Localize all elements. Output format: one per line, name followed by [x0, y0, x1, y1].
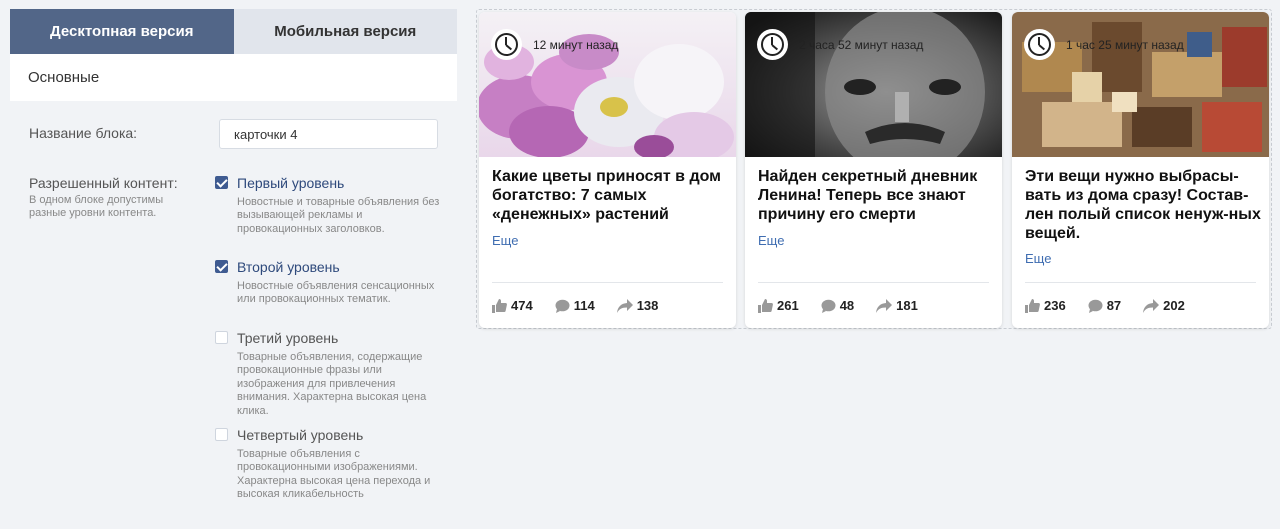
card-time: 2 часа 52 минут назад — [757, 29, 923, 60]
comment-icon — [1088, 299, 1103, 313]
shares-stat[interactable]: 138 — [616, 298, 659, 313]
card-stats: 236 87 202 — [1025, 298, 1207, 313]
clock-icon — [1024, 29, 1055, 60]
share-icon — [876, 298, 893, 313]
comments-count: 48 — [839, 298, 855, 313]
comments-count: 114 — [573, 298, 595, 313]
shares-stat[interactable]: 202 — [1143, 298, 1185, 313]
shares-stat[interactable]: 181 — [876, 298, 918, 313]
level-3-title[interactable]: Третий уровень — [237, 330, 338, 346]
likes-stat[interactable]: 474 — [492, 298, 533, 313]
news-card[interactable]: 12 минут назад Какие цветы приносят в до… — [479, 12, 736, 328]
comment-icon — [821, 299, 836, 313]
level-1-title[interactable]: Первый уровень — [237, 175, 344, 191]
level-4-title[interactable]: Четвертый уровень — [237, 427, 363, 443]
card-title[interactable]: Эти вещи нужно выбрасы-вать из дома сраз… — [1025, 167, 1261, 243]
comments-stat[interactable]: 48 — [821, 298, 854, 313]
likes-count: 474 — [511, 298, 533, 313]
level-4-checkbox[interactable] — [215, 428, 228, 441]
card-image[interactable]: 1 час 25 минут назад — [1012, 12, 1269, 157]
likes-stat[interactable]: 236 — [1025, 298, 1066, 313]
more-link[interactable]: Еще — [1025, 251, 1051, 266]
comments-count: 87 — [1106, 298, 1122, 313]
shares-count: 138 — [636, 298, 659, 313]
section-title: Основные — [10, 54, 457, 101]
level-2-title[interactable]: Второй уровень — [237, 259, 340, 275]
clock-icon — [757, 29, 788, 60]
tab-mobile[interactable]: Мобильная версия — [233, 9, 457, 54]
comments-stat[interactable]: 114 — [555, 298, 595, 313]
more-link[interactable]: Еще — [492, 233, 518, 248]
card-title[interactable]: Какие цветы приносят в дом богатство: 7 … — [492, 167, 728, 224]
likes-count: 261 — [777, 298, 799, 313]
likes-stat[interactable]: 261 — [758, 298, 799, 313]
level-1-desc: Новостные и товарные объявления без вызы… — [237, 196, 440, 235]
comments-stat[interactable]: 87 — [1088, 298, 1121, 313]
news-card[interactable]: 1 час 25 минут назад Эти вещи нужно выбр… — [1012, 12, 1269, 328]
level-3-desc: Товарные объявления, содержащие провокац… — [237, 351, 427, 417]
block-name-input[interactable] — [219, 119, 438, 149]
shares-count: 202 — [1163, 298, 1185, 313]
settings-panel: Десктопная версия Мобильная версия Основ… — [10, 9, 457, 529]
content-hint: В одном блоке допустимы разные уровни ко… — [29, 194, 164, 219]
level-1-checkbox[interactable] — [215, 176, 228, 189]
thumbs-up-icon — [758, 298, 773, 313]
time-text: 2 часа 52 минут назад — [799, 37, 924, 52]
time-text: 12 минут назад — [533, 37, 619, 52]
level-2-desc: Новостные объявления сенсационных или пр… — [237, 280, 435, 306]
news-card[interactable]: 2 часа 52 минут назад Найден секретный д… — [745, 12, 1002, 328]
level-2-checkbox[interactable] — [215, 260, 228, 273]
time-text: 1 час 25 минут назад — [1066, 37, 1184, 52]
card-time: 12 минут назад — [491, 29, 618, 60]
content-label: Разрешенный контент: — [29, 175, 178, 191]
share-icon — [616, 298, 633, 313]
card-divider — [758, 282, 989, 283]
card-title[interactable]: Найден секретный дневник Ленина! Теперь … — [758, 167, 994, 224]
block-name-label: Название блока: — [29, 125, 138, 141]
card-stats: 474 114 138 — [492, 298, 680, 313]
comment-icon — [555, 299, 570, 313]
level-3-checkbox[interactable] — [215, 331, 228, 344]
shares-count: 181 — [896, 298, 918, 313]
clock-icon — [491, 29, 522, 60]
level-4-desc: Товарные объявления с провокационными из… — [237, 448, 431, 501]
version-tabs: Десктопная версия Мобильная версия — [10, 9, 457, 54]
card-divider — [492, 282, 723, 283]
thumbs-up-icon — [492, 298, 507, 313]
tab-desktop[interactable]: Десктопная версия — [10, 9, 234, 54]
card-stats: 261 48 181 — [758, 298, 940, 313]
more-link[interactable]: Еще — [758, 233, 784, 248]
likes-count: 236 — [1044, 298, 1066, 313]
card-image[interactable]: 2 часа 52 минут назад — [745, 12, 1002, 157]
thumbs-up-icon — [1025, 298, 1040, 313]
share-icon — [1143, 298, 1160, 313]
card-time: 1 час 25 минут назад — [1024, 29, 1184, 60]
card-image[interactable]: 12 минут назад — [479, 12, 736, 157]
cards-preview: 12 минут назад Какие цветы приносят в до… — [476, 9, 1272, 329]
card-divider — [1025, 282, 1256, 283]
